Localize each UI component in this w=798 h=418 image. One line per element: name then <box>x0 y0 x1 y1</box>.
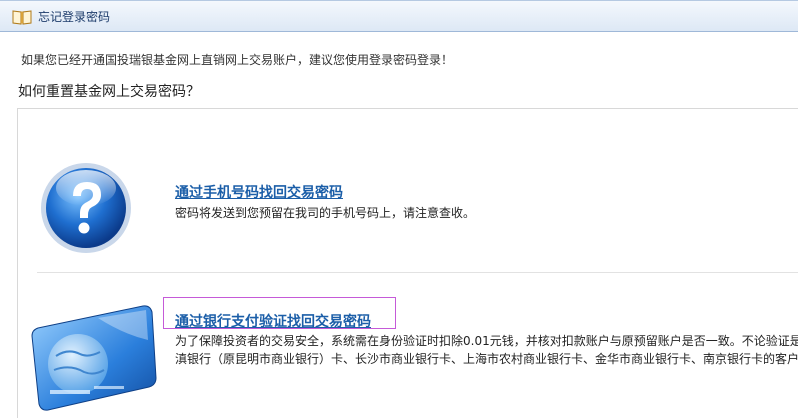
book-icon <box>12 10 32 25</box>
title-bar: 忘记登录密码 <box>0 0 798 32</box>
reset-by-bank-link[interactable]: 通过银行支付验证找回交易密码 <box>175 311 371 331</box>
reset-by-bank-desc-line2: 滇银行（原昆明市商业银行）卡、长沙市商业银行卡、上海市农村商业银行卡、金华市商业… <box>175 352 798 366</box>
section-question: 如何重置基金网上交易密码？ <box>18 84 200 100</box>
question-mark-icon <box>41 163 131 253</box>
reset-by-bank-desc-line1: 为了保障投资者的交易安全，系统需在身份验证时扣除0.01元钱，并核对扣款账户与原… <box>175 334 798 348</box>
page-title: 忘记登录密码 <box>38 10 111 24</box>
options-divider <box>37 272 798 273</box>
bank-card-icon <box>31 305 157 411</box>
login-notice: 如果您已经开通国投瑞银基金网上直销网上交易账户，建议您使用登录密码登录！ <box>21 53 454 67</box>
reset-by-phone-link[interactable]: 通过手机号码找回交易密码 <box>175 182 343 202</box>
reset-by-phone-desc: 密码将发送到您预留在我司的手机号码上，请注意查收。 <box>175 206 476 220</box>
